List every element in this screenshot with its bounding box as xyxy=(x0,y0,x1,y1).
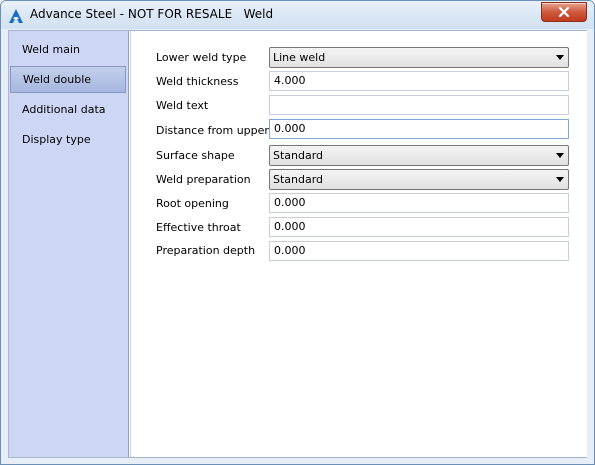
title-bar[interactable]: Advance Steel - NOT FOR RESALE Weld xyxy=(1,1,594,29)
weld-preparation-select[interactable]: Standard xyxy=(269,169,569,190)
weld-double-panel: Lower weld type Line weld Weld thickness… xyxy=(130,31,587,457)
sidebar-nav: Weld main Weld double Additional data Di… xyxy=(9,31,129,457)
sidebar-item-display-type[interactable]: Display type xyxy=(10,126,126,153)
preparation-depth-label: Preparation depth xyxy=(156,244,256,257)
sidebar-item-additional-data[interactable]: Additional data xyxy=(10,96,126,123)
weld-dialog-window: Advance Steel - NOT FOR RESALE Weld Weld… xyxy=(0,0,595,465)
surface-shape-select[interactable]: Standard xyxy=(269,145,569,166)
weld-thickness-label: Weld thickness xyxy=(156,75,239,88)
lower-weld-type-value: Line weld xyxy=(273,51,326,64)
preparation-depth-field[interactable]: 0.000 xyxy=(269,241,569,261)
sidebar-item-label: Weld main xyxy=(22,43,81,56)
surface-shape-value: Standard xyxy=(273,149,324,162)
distance-from-upper-label: Distance from upper xyxy=(156,124,269,137)
sidebar-item-label: Additional data xyxy=(22,103,106,116)
weld-thickness-field[interactable]: 4.000 xyxy=(269,71,569,91)
chevron-down-icon xyxy=(556,153,564,158)
sidebar-item-weld-main[interactable]: Weld main xyxy=(10,36,126,63)
effective-throat-field[interactable]: 0.000 xyxy=(269,217,569,237)
chevron-down-icon xyxy=(556,177,564,182)
weld-text-label: Weld text xyxy=(156,99,209,112)
effective-throat-label: Effective throat xyxy=(156,221,241,234)
distance-from-upper-field[interactable]: 0.000 xyxy=(269,119,569,139)
root-opening-label: Root opening xyxy=(156,197,229,210)
lower-weld-type-label: Lower weld type xyxy=(156,51,247,64)
close-icon xyxy=(558,7,570,17)
advance-steel-logo-icon xyxy=(9,9,23,23)
close-button[interactable] xyxy=(541,2,587,22)
sidebar-item-label: Display type xyxy=(22,133,91,146)
window-title: Advance Steel - NOT FOR RESALE Weld xyxy=(30,7,274,21)
sidebar-item-weld-double[interactable]: Weld double xyxy=(10,66,126,93)
sidebar-item-label: Weld double xyxy=(23,73,92,86)
lower-weld-type-select[interactable]: Line weld xyxy=(269,47,569,68)
surface-shape-label: Surface shape xyxy=(156,149,235,162)
root-opening-field[interactable]: 0.000 xyxy=(269,193,569,213)
weld-preparation-value: Standard xyxy=(273,173,324,186)
weld-preparation-label: Weld preparation xyxy=(156,173,251,186)
weld-text-field[interactable] xyxy=(269,95,569,115)
dialog-client-area: Weld main Weld double Additional data Di… xyxy=(8,30,587,458)
chevron-down-icon xyxy=(556,55,564,60)
